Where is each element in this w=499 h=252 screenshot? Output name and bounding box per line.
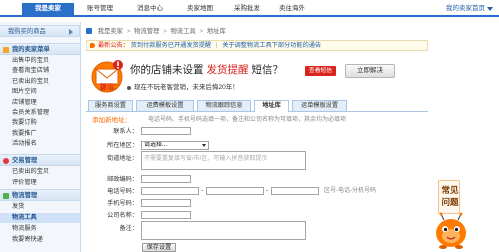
phone-separator: - <box>201 187 204 194</box>
breadcrumb-item[interactable]: 物流工具 <box>171 28 196 35</box>
sidebar-item-event-signup[interactable]: 活动报名 <box>0 139 80 149</box>
speaker-icon <box>90 43 95 48</box>
sidebar-item-my-purchases[interactable]: 我购买的商品 <box>0 25 80 37</box>
sidebar-section-title: 物流管理 <box>12 192 38 199</box>
promo-headline-highlight[interactable]: 发货提醒 <box>207 64 249 76</box>
sidebar-item-sold-items[interactable]: 已卖出的宝贝 <box>0 77 80 87</box>
sms-reminder-promo: 你的店铺未设置 发货提醒 短信？ 查看短信 立即解决 提示： 现在不玩老客营销，未来… <box>86 54 428 98</box>
remark-textarea[interactable] <box>141 221 306 240</box>
phone-extension-input[interactable] <box>271 187 319 195</box>
tab-address-book[interactable]: 地址库 <box>254 100 289 112</box>
save-settings-button[interactable]: 保存设置 <box>142 243 176 252</box>
my-seller-home-link[interactable]: 我的卖家首页 <box>446 4 485 13</box>
top-tab-seller[interactable]: 我是卖家 <box>22 3 74 15</box>
breadcrumb-separator: > <box>163 28 167 35</box>
top-tab-seller-map[interactable]: 卖家地图 <box>178 3 222 15</box>
top-nav: 我是卖家 账号管理 消息中心 卖家地图 采购批发 卖往海外 我的卖家首页 <box>0 0 499 17</box>
phone-number-input[interactable] <box>206 187 264 195</box>
sidebar-item-view-shop[interactable]: 查看淘宝店铺 <box>0 66 80 76</box>
notice-link[interactable]: 关于调整物流工具下部分功能的通告 <box>222 42 321 49</box>
notice-separator: | <box>215 42 218 49</box>
sidebar-section-title: 我的卖家菜单 <box>12 46 50 53</box>
bullet-icon <box>127 86 131 90</box>
sidebar-item-items-on-sale[interactable]: 出售中的宝贝 <box>0 56 80 66</box>
sidebar-item-send-express[interactable]: 我要寄快递 <box>0 235 80 245</box>
form-hint: 电话号码、手机号码选填一项，备注和公司名称为可填项，其余均为必填项 <box>148 117 347 123</box>
chevron-down-icon[interactable] <box>487 7 493 11</box>
home-icon[interactable] <box>86 28 92 34</box>
tab-provider-settings[interactable]: 服务商设置 <box>88 100 133 111</box>
breadcrumb-separator: > <box>126 28 131 35</box>
notice-link[interactable]: 货到付款服务已开通发货提醒 <box>131 42 211 49</box>
form-title: 添加新地址： <box>92 117 131 124</box>
tab-waybill-template[interactable]: 运单模板设置 <box>292 100 347 111</box>
sidebar-item-logistics-services[interactable]: 物流服务 <box>0 224 80 234</box>
sidebar-section-logistics[interactable]: 物流管理 <box>0 189 80 201</box>
sidebar-item-reviews[interactable]: 评价管理 <box>0 178 80 188</box>
street-label: 街道地址： <box>107 155 138 162</box>
promo-headline-suffix: 短信？ <box>251 64 284 76</box>
postcode-input[interactable] <box>141 175 191 183</box>
region-label: 所在地区： <box>107 142 138 149</box>
arrow-right-icon <box>69 29 73 35</box>
trade-icon <box>3 158 9 164</box>
notice-bar: 最新公告： 货到付款服务已开通发货提醒 | 关于调整物流工具下部分功能的通告 <box>86 40 428 51</box>
seller-menu-icon <box>3 47 9 53</box>
contact-input[interactable] <box>141 127 191 135</box>
sidebar-item-shop-management[interactable]: 店铺管理 <box>0 98 80 108</box>
top-tab-wholesale[interactable]: 采购批发 <box>225 3 269 15</box>
company-input[interactable] <box>141 211 191 219</box>
promo-headline-prefix: 你的店铺未设置 <box>130 64 204 76</box>
sidebar-item-member-relations[interactable]: 会员关系管理 <box>0 108 80 118</box>
street-textarea[interactable] <box>141 151 306 170</box>
phone-label: 电话号码： <box>107 188 138 195</box>
resolve-now-button[interactable]: 立即解决 <box>345 64 395 78</box>
phone-separator: - <box>266 187 269 194</box>
region-select[interactable]: 请选择... <box>141 141 209 150</box>
mobile-input[interactable] <box>141 199 191 207</box>
tab-shipping-template[interactable]: 运费模板设置 <box>136 100 194 111</box>
mascot-icon[interactable] <box>432 212 470 250</box>
faq-label[interactable]: 常见问题 <box>441 184 459 208</box>
contact-label: 联系人： <box>113 128 138 135</box>
logistics-icon <box>3 193 9 199</box>
phone-hint: 区号-电话-分机号码 <box>324 188 376 194</box>
remark-label: 备注： <box>119 225 138 232</box>
sidebar-item-ship[interactable]: 发货 <box>0 202 80 212</box>
phone-area-code-input[interactable] <box>141 187 199 195</box>
top-tab-overseas[interactable]: 卖往海外 <box>270 3 314 15</box>
breadcrumb-separator: > <box>199 28 204 35</box>
faq-widget[interactable]: 常见问题 <box>438 180 460 214</box>
top-tab-account[interactable]: 账号管理 <box>78 3 122 15</box>
tab-tracking-info[interactable]: 物流跟踪信息 <box>197 100 251 111</box>
notice-label: 最新公告： <box>98 42 129 49</box>
sidebar-item-promote[interactable]: 我要推广 <box>0 129 80 139</box>
sidebar-section-trade[interactable]: 交易管理 <box>0 154 80 166</box>
breadcrumb: 我是卖家 > 物流管理 > 物流工具 > 地址库 <box>86 27 226 36</box>
sidebar-item-image-space[interactable]: 图片空间 <box>0 87 80 97</box>
promo-headline: 你的店铺未设置 发货提醒 短信？ <box>130 64 283 77</box>
sidebar-section-title: 交易管理 <box>12 157 38 164</box>
breadcrumb-current: 地址库 <box>206 28 226 35</box>
view-sms-button[interactable]: 查看短信 <box>305 66 336 76</box>
top-tab-messages[interactable]: 消息中心 <box>128 3 172 15</box>
breadcrumb-item[interactable]: 物流管理 <box>134 28 159 35</box>
breadcrumb-item[interactable]: 我是卖家 <box>98 28 123 35</box>
sidebar-item-subscribe[interactable]: 我要订购 <box>0 118 80 128</box>
tip-label: 提示： <box>100 84 121 91</box>
sidebar-item-logistics-tools[interactable]: 物流工具 <box>0 213 80 223</box>
sidebar-section-seller-menu[interactable]: 我的卖家菜单 <box>0 43 80 55</box>
mobile-label: 手机号码： <box>107 200 138 207</box>
sidebar-item-label: 我购买的商品 <box>8 28 46 35</box>
postcode-label: 邮政编码： <box>107 176 138 183</box>
sidebar-item-sold-items-trade[interactable]: 已卖出的宝贝 <box>0 167 80 177</box>
company-label: 公司名称： <box>107 212 138 219</box>
sidebar: 我购买的商品 我的卖家菜单 出售中的宝贝 查看淘宝店铺 已卖出的宝贝 图片空间 … <box>0 22 81 252</box>
tip-text[interactable]: 现在不玩老客营销，未来后悔20年！ <box>134 83 239 93</box>
